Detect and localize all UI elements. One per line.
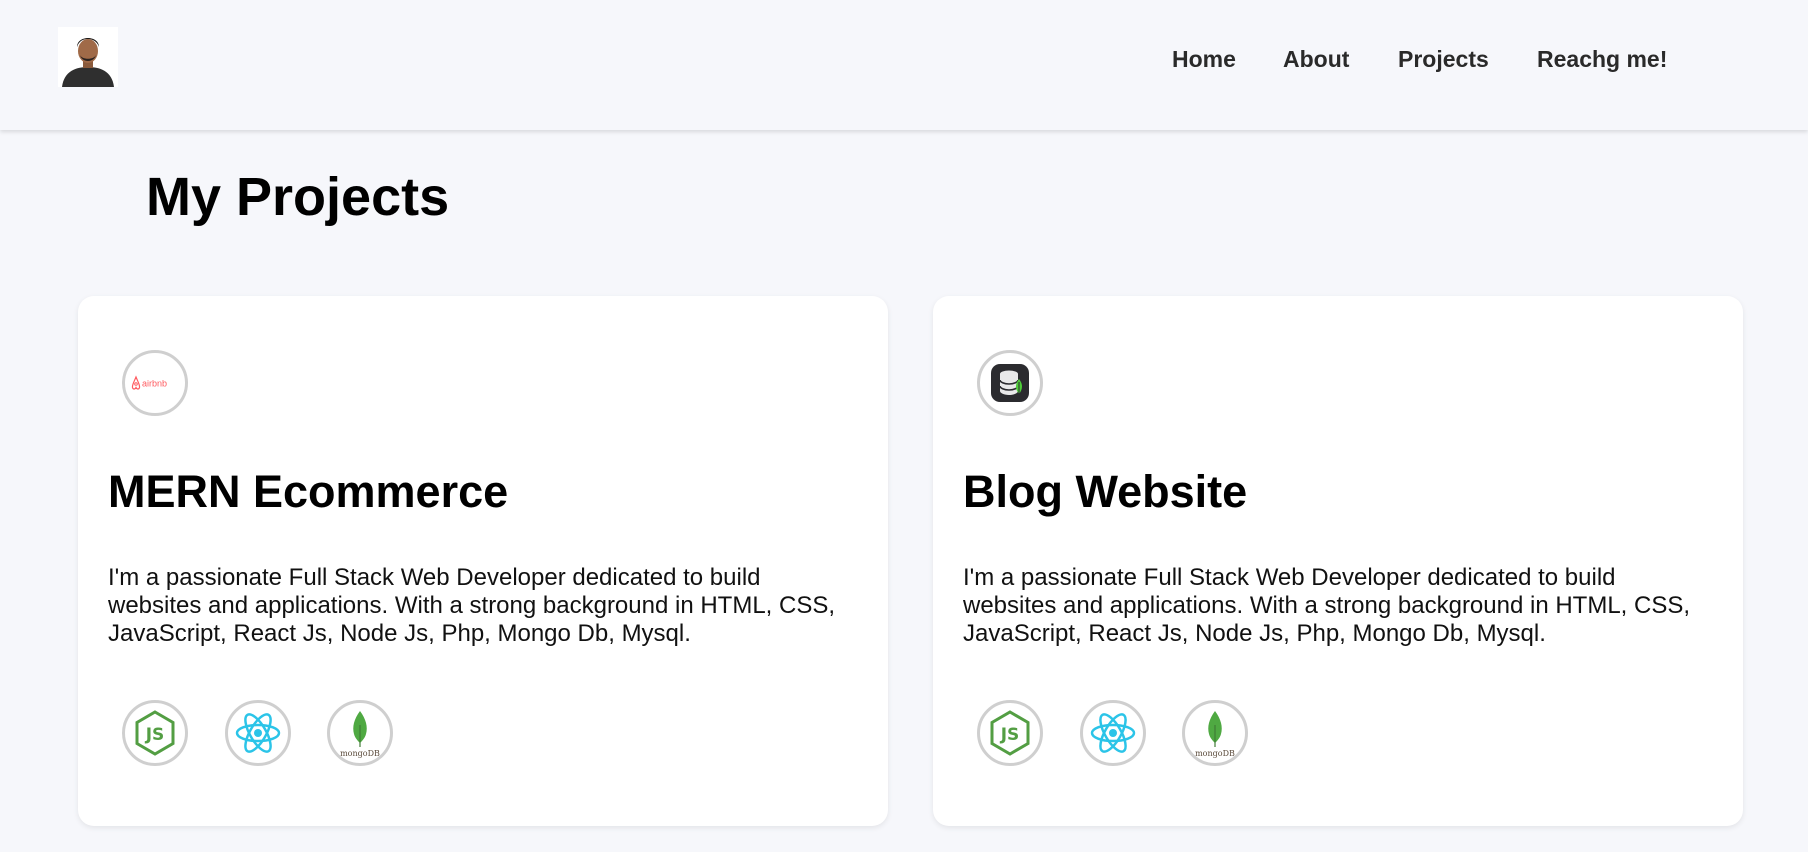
project-card: airbnb MERN Ecommerce I'm a passionate F… — [78, 296, 888, 826]
project-description: I'm a passionate Full Stack Web Develope… — [108, 564, 836, 647]
react-icon — [1080, 700, 1146, 766]
project-title: Blog Website — [963, 466, 1248, 517]
svg-text:JS: JS — [1000, 725, 1020, 745]
database-app-icon — [977, 350, 1043, 416]
svg-text:JS: JS — [145, 725, 165, 745]
nodejs-icon: JS — [977, 700, 1043, 766]
nav-contact-link[interactable]: Reachg me! — [1537, 46, 1667, 73]
nodejs-icon: JS — [122, 700, 188, 766]
nav-projects-link[interactable]: Projects — [1398, 46, 1489, 73]
svg-text:mongoDB: mongoDB — [1195, 749, 1235, 758]
project-card: Blog Website I'm a passionate Full Stack… — [933, 296, 1743, 826]
airbnb-logo-icon: airbnb — [122, 350, 188, 416]
svg-text:airbnb: airbnb — [142, 379, 167, 389]
project-title: MERN Ecommerce — [108, 466, 509, 517]
svg-text:mongoDB: mongoDB — [340, 749, 380, 758]
page-title: My Projects — [146, 167, 450, 227]
nav-about-link[interactable]: About — [1283, 46, 1349, 73]
react-icon — [225, 700, 291, 766]
main-nav: Home About Projects Reachg me! — [0, 46, 1808, 76]
mongodb-icon: mongoDB — [1182, 700, 1248, 766]
mongodb-icon: mongoDB — [327, 700, 393, 766]
site-header: Home About Projects Reachg me! — [0, 0, 1808, 130]
nav-home-link[interactable]: Home — [1172, 46, 1236, 73]
project-description: I'm a passionate Full Stack Web Develope… — [963, 564, 1691, 647]
